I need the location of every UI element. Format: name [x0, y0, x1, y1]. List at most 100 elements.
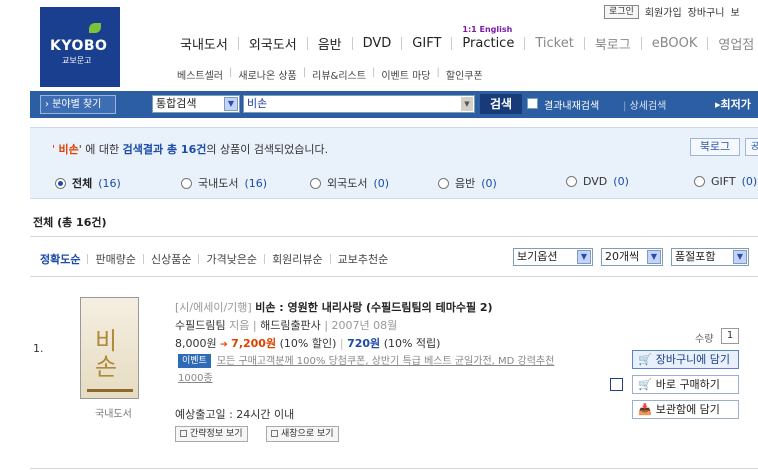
publisher-link[interactable]: 해드림출판사 — [260, 319, 321, 332]
event-info: 이벤트 모든 구매고객분께 100% 당첨쿠폰, 상반기 특급 베스트 균일가전,… — [178, 353, 578, 387]
leaf-icon — [89, 23, 101, 33]
discount-rate: (10% 할인) — [279, 337, 337, 350]
gnb-practice[interactable]: 1:1 English Practice — [452, 25, 524, 51]
shipping-estimate: 예상출고일 : 24시간 이내 — [175, 408, 295, 421]
utility-links: 로그인 회원가입 장바구니 보 — [604, 4, 740, 19]
product-title-line: [시/에세이/기행] 비손 : 영원한 내리사랑 (수필드림팀의 테마수필 2) — [175, 299, 493, 315]
product-genre[interactable]: [시/에세이/기행] — [175, 301, 252, 314]
chevron-down-icon[interactable]: ▼ — [224, 97, 238, 111]
quick-view-button[interactable]: 간략정보 보기 — [175, 426, 248, 442]
tab-all[interactable]: 전체 (16) — [55, 175, 121, 191]
chevron-down-icon[interactable]: ▼ — [577, 250, 591, 264]
list-price: 8,000원 — [175, 337, 217, 350]
category-browse-button[interactable]: › 분야별 찾기 — [40, 95, 116, 114]
gnb-stores[interactable]: 영업점 — [708, 34, 758, 53]
join-link[interactable]: 회원가입 — [645, 4, 682, 19]
per-page-select[interactable]: 20개씩 ▼ — [601, 248, 663, 266]
gnb-domestic-books[interactable]: 국내도서 — [170, 34, 238, 53]
search-scope-value: 통합검색 — [156, 97, 197, 110]
event-link[interactable]: 모든 구매고객분께 100% 당첨쿠폰, 상반기 특급 베스트 균일가전, MD… — [178, 356, 554, 384]
sort-recommend[interactable]: 교보추천순 — [331, 251, 396, 267]
radio-selected-icon[interactable] — [55, 177, 66, 189]
search-keyword: 비손 — [58, 143, 79, 156]
search-within-results-label: 결과내재검색 — [544, 101, 600, 112]
view-option-select[interactable]: 보기옵션 ▼ — [513, 248, 593, 266]
add-to-wishlist-button[interactable]: 📥 보관함에 담기 — [632, 400, 739, 419]
sort-price-low[interactable]: 가격낮은순 — [199, 251, 264, 267]
subnav-event[interactable]: 이벤트 마당 — [381, 67, 430, 82]
sale-price: 7,200원 — [231, 337, 277, 350]
radio-icon[interactable] — [181, 177, 192, 189]
product-author-line: 수필드림팀 지음 | 해드림출판사 | 2007년 08월 — [175, 319, 398, 332]
quantity-input[interactable]: 1 — [721, 328, 739, 344]
cart-outline-icon: 🛒 — [638, 378, 652, 391]
chevron-down-icon[interactable]: ▼ — [647, 250, 661, 264]
subnav-bestseller[interactable]: 베스트셀러 — [177, 67, 223, 82]
gnb-music[interactable]: 음반 — [308, 34, 352, 53]
radio-icon[interactable] — [566, 176, 577, 187]
cart-icon: 🛒 — [638, 353, 652, 366]
quantity-label: 수량 — [695, 334, 714, 345]
tab-domestic-books[interactable]: 국내도서 (16) — [181, 175, 267, 191]
buy-now-button[interactable]: 🛒 바로 구매하기 — [632, 375, 739, 394]
tab-music[interactable]: 음반 (0) — [438, 175, 497, 191]
stock-filter-select[interactable]: 품절포함 ▼ — [671, 248, 749, 266]
gnb-ticket[interactable]: Ticket — [525, 36, 583, 51]
login-button[interactable]: 로그인 — [604, 4, 639, 19]
radio-icon[interactable] — [694, 176, 705, 187]
radio-icon[interactable] — [310, 177, 321, 189]
cart-link[interactable]: 장바구니 — [688, 4, 725, 19]
reward-points: 720원 — [347, 337, 381, 350]
search-within-results-checkbox[interactable] — [527, 98, 538, 109]
logo-text: KYOBO — [50, 38, 108, 54]
more-util-link[interactable]: 보 — [730, 4, 739, 19]
book-cover-image[interactable]: 비손 — [80, 297, 139, 399]
search-scope-select[interactable]: 통합검색 ▼ — [152, 95, 240, 113]
result-index: 1. — [33, 342, 44, 355]
author-link[interactable]: 수필드림팀 — [175, 319, 226, 332]
gnb-foreign-books[interactable]: 외국도서 — [239, 34, 307, 53]
lowest-price-link[interactable]: ▸최저가 — [715, 96, 751, 112]
gnb-practice-label: Practice — [462, 36, 515, 51]
add-to-cart-button[interactable]: 🛒 장바구니에 담기 — [632, 350, 739, 369]
product-title-link[interactable]: 비손 : 영원한 내리사랑 (수필드림팀의 테마수필 2) — [255, 301, 492, 314]
gnb-gift[interactable]: GIFT — [402, 36, 451, 51]
divider — [30, 276, 758, 277]
search-input[interactable]: 비손 ▼ — [243, 95, 475, 113]
sort-accuracy[interactable]: 정확도순 — [40, 251, 87, 267]
english-badge: 1:1 English — [462, 25, 513, 34]
tab-gift[interactable]: GIFT (0) — [694, 175, 757, 188]
autocomplete-toggle-icon[interactable]: ▼ — [461, 97, 473, 111]
sort-review[interactable]: 회원리뷰순 — [265, 251, 330, 267]
gnb-dvd[interactable]: DVD — [353, 36, 402, 51]
subnav-new[interactable]: 새로나온 상품 — [238, 67, 296, 82]
search-button[interactable]: 검색 — [480, 94, 522, 114]
event-badge: 이벤트 — [178, 354, 211, 368]
chevron-down-icon[interactable]: ▼ — [733, 250, 747, 264]
gnb-ebook[interactable]: eBOOK — [642, 36, 708, 51]
divider — [30, 236, 758, 237]
tab-foreign-books[interactable]: 외국도서 (0) — [310, 175, 389, 191]
gnb-booklog[interactable]: 북로그 — [585, 34, 641, 53]
result-summary: ' 비손' 에 대한 검색결과 총 16건의 상품이 검색되었습니다. — [52, 143, 329, 156]
product-select-checkbox[interactable] — [610, 378, 623, 391]
sort-newest[interactable]: 신상품순 — [144, 251, 198, 267]
new-window-button[interactable]: 새창으로 보기 — [266, 426, 339, 442]
preview-icon — [180, 430, 187, 437]
subnav-review[interactable]: 리뷰&리스트 — [312, 67, 366, 82]
logo-subtext: 교보문고 — [62, 56, 92, 65]
kyobo-logo[interactable]: KYOBO 교보문고 — [40, 7, 120, 87]
arrow-right-icon: ➔ — [220, 340, 228, 350]
advanced-search-link[interactable]: | 상세검색 — [623, 97, 666, 112]
subnav-coupon[interactable]: 할인쿠폰 — [446, 67, 483, 82]
result-summary-box — [30, 127, 758, 199]
global-nav: 국내도서 외국도서 음반 DVD GIFT 1:1 English Practi… — [170, 25, 758, 53]
storage-icon: 📥 — [638, 403, 652, 416]
sort-sales[interactable]: 판매량순 — [88, 251, 142, 267]
sub-nav: 베스트셀러 | 새로나온 상품 | 리뷰&리스트 | 이벤트 마당 | 할인쿠폰 — [177, 67, 483, 82]
sort-options: 정확도순 판매량순 신상품순 가격낮은순 회원리뷰순 교보추천순 — [40, 251, 395, 267]
share-button[interactable]: 공 — [745, 138, 758, 156]
tab-dvd[interactable]: DVD (0) — [566, 175, 629, 188]
radio-icon[interactable] — [438, 177, 449, 189]
booklog-button[interactable]: 북로그 — [690, 138, 740, 156]
